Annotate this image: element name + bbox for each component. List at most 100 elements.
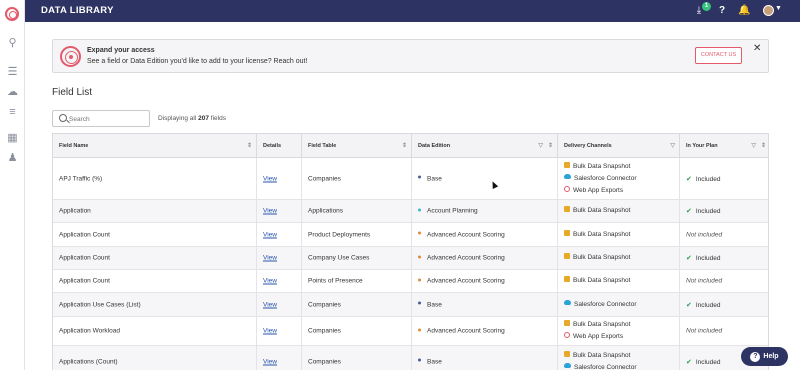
filter-icon[interactable]: ▽ <box>538 134 543 158</box>
cell-field-table: Points of Presence <box>302 270 412 292</box>
view-link[interactable]: View <box>263 328 277 335</box>
help-button[interactable]: ? Help <box>741 347 788 366</box>
help-label: Help <box>763 353 779 360</box>
search-nav-icon[interactable]: ⚲ <box>6 37 19 49</box>
delivery-channel-label: Bulk Data Snapshot <box>573 351 631 359</box>
view-link[interactable]: View <box>263 175 277 182</box>
cell-field-table: Applications <box>302 200 412 222</box>
list-nav-icon[interactable]: ≡ <box>6 106 19 118</box>
cloud-upload-nav-icon[interactable]: ☁ <box>6 86 19 98</box>
data-edition-text: Account Planning <box>427 207 478 215</box>
cell-field-table: Product Deployments <box>302 223 412 246</box>
column-header-field-table[interactable]: Field Table ⇕ <box>302 134 412 158</box>
cell-data-edition: Base <box>412 158 558 199</box>
plan-status-text: Included <box>695 301 721 309</box>
edition-dot-icon <box>418 255 421 259</box>
cell-delivery-channels: Bulk Data Snapshot <box>558 247 680 269</box>
search-box[interactable] <box>52 110 150 127</box>
field-table-text: Companies <box>308 301 341 308</box>
cell-data-edition: Advanced Account Scoring <box>412 223 558 246</box>
field-name-text: Application <box>59 207 91 215</box>
filter-icon[interactable]: ▽ <box>751 134 756 158</box>
expand-access-banner: Expand your access See a field or Data E… <box>52 39 769 73</box>
filter-icon[interactable]: ▽ <box>670 134 675 158</box>
data-edition-text: Advanced Account Scoring <box>427 254 505 262</box>
column-header-label: Details <box>263 143 282 149</box>
table-header: Field Name ⇕ Details Field Table ⇕ Data … <box>53 134 768 158</box>
plan-status-text: Included <box>695 175 721 183</box>
column-header-label: Delivery Channels <box>564 143 612 149</box>
cell-field-name: Application Count <box>53 247 257 269</box>
cell-field-name: Application Workload <box>53 317 257 345</box>
sort-icon[interactable]: ⇕ <box>402 134 407 158</box>
delivery-channel-label: Bulk Data Snapshot <box>573 321 631 328</box>
cell-field-table: Companies <box>302 317 412 345</box>
field-table-text: Companies <box>308 358 341 365</box>
sort-icon[interactable]: ⇕ <box>548 134 553 158</box>
plan-status-text: Included <box>695 208 721 215</box>
column-header-delivery-channels[interactable]: Delivery Channels ▽ <box>558 134 680 158</box>
cell-data-edition: Advanced Account Scoring <box>412 247 558 269</box>
delivery-channel-label: Web App Exports <box>573 186 624 194</box>
banner-text: See a field or Data Edition you'd like t… <box>87 58 308 65</box>
data-edition-text: Advanced Account Scoring <box>427 277 505 285</box>
result-count-suffix: fields <box>210 115 226 122</box>
view-link[interactable]: View <box>263 208 277 215</box>
delivery-channel: Bulk Data Snapshot <box>564 319 630 331</box>
sort-icon[interactable]: ⇕ <box>761 134 766 158</box>
edition-dot-icon <box>418 278 421 282</box>
avatar[interactable] <box>763 5 774 16</box>
edition-dot-icon <box>418 358 421 362</box>
view-link[interactable]: View <box>263 278 277 285</box>
chevron-down-icon[interactable]: ▼ <box>775 5 782 12</box>
delivery-channel: Salesforce Connector <box>564 173 637 185</box>
database-icon <box>564 276 570 283</box>
plan-status-text: Not included <box>686 327 723 335</box>
web-export-icon <box>564 332 570 339</box>
column-header-data-edition[interactable]: Data Edition ▽ ⇕ <box>412 134 558 158</box>
download-count-badge: 1 <box>702 2 711 11</box>
table-row: Application Use Cases (List) View Companie… <box>53 293 768 317</box>
column-header-in-your-plan[interactable]: In Your Plan ▽ ⇕ <box>680 134 768 158</box>
field-name-text: APJ Traffic (%) <box>59 175 103 182</box>
column-header-field-name[interactable]: Field Name ⇕ <box>53 134 257 158</box>
plan-status-text: Not included <box>686 231 723 238</box>
field-name-text: Application Count <box>59 231 110 238</box>
filter-nav-icon[interactable]: ☰ <box>6 66 19 78</box>
bell-icon[interactable]: 🔔 <box>738 5 750 17</box>
field-table-text: Product Deployments <box>308 231 371 238</box>
search-input[interactable] <box>69 113 147 125</box>
delivery-channel: Web App Exports <box>564 185 637 197</box>
check-icon: ✔ <box>686 255 692 262</box>
cell-field-name: Applications (Count) <box>53 346 257 370</box>
delivery-channel-label: Salesforce Connector <box>574 174 637 182</box>
edition-dot-icon <box>418 175 421 179</box>
field-table-text: Points of Presence <box>308 277 363 285</box>
cell-field-table: Companies <box>302 293 412 316</box>
search-icon <box>59 114 67 122</box>
banner-title: Expand your access <box>87 47 155 54</box>
delivery-channel: Salesforce Connector <box>564 299 637 311</box>
logo-icon[interactable] <box>5 7 19 21</box>
salesforce-cloud-icon <box>564 300 571 306</box>
view-link[interactable]: View <box>263 231 277 238</box>
org-chart-nav-icon[interactable]: ▦ <box>6 132 19 144</box>
sort-icon[interactable]: ⇕ <box>247 134 252 158</box>
cell-field-name: Application <box>53 200 257 222</box>
view-link[interactable]: View <box>263 301 277 308</box>
people-nav-icon[interactable]: ♟ <box>6 152 19 164</box>
help-circle-icon[interactable]: ? <box>716 5 728 17</box>
field-list-table: Field Name ⇕ Details Field Table ⇕ Data … <box>52 133 769 370</box>
cell-details: View <box>257 293 302 316</box>
view-link[interactable]: View <box>263 255 277 262</box>
cell-details: View <box>257 223 302 246</box>
cell-delivery-channels: Bulk Data Snapshot <box>558 270 680 292</box>
contact-us-button[interactable]: CONTACT US <box>695 47 742 64</box>
database-icon <box>564 350 570 357</box>
cell-in-your-plan: Not included <box>680 223 768 246</box>
view-link[interactable]: View <box>263 358 277 365</box>
database-icon <box>564 161 570 168</box>
left-nav: ⚲ ☰ ☁ ≡ ▦ ♟ <box>0 0 25 370</box>
close-icon[interactable]: ✕ <box>753 43 761 54</box>
cell-in-your-plan: Not included <box>680 270 768 292</box>
